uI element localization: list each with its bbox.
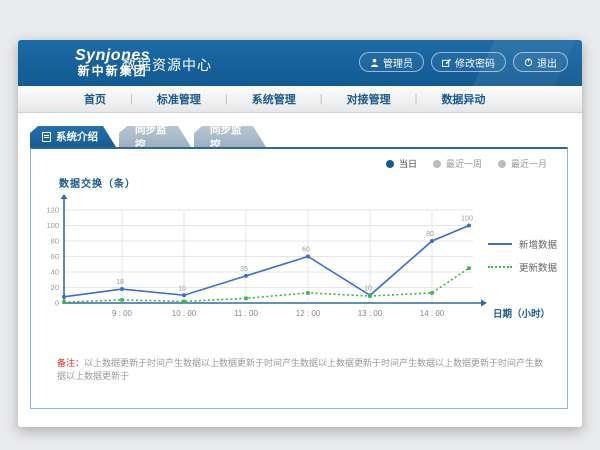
svg-text:80: 80	[426, 231, 434, 238]
tab-bar: 系统介绍 同步监控 同步监控	[30, 126, 266, 147]
svg-text:18: 18	[116, 279, 124, 286]
legend-line-solid	[488, 243, 512, 245]
edit-icon	[442, 58, 451, 67]
nav-item-interface-mgmt[interactable]: 对接管理	[323, 91, 415, 107]
footnote-text: 以上数据更新于时间产生数据以上数据更新于时间产生数据以上数据更新于时间产生数据以…	[57, 358, 543, 381]
tab-sync-monitor-1[interactable]: 同步监控	[119, 126, 191, 147]
svg-text:100: 100	[46, 221, 59, 230]
content-area: 系统介绍 同步监控 同步监控 当日 最近一周	[18, 113, 582, 426]
change-password-label: 修改密码	[455, 55, 495, 70]
radio-today-label: 当日	[399, 157, 417, 170]
logout-label: 退出	[537, 55, 557, 70]
svg-text:120: 120	[46, 206, 59, 215]
svg-text:11 : 00: 11 : 00	[234, 309, 258, 318]
radio-last-week-label: 最近一周	[446, 157, 482, 170]
legend-item-new-data: 新增数据	[488, 237, 557, 251]
radio-unselected-icon	[433, 160, 441, 168]
radio-unselected-icon	[498, 160, 506, 168]
svg-text:14 : 00: 14 : 00	[420, 309, 445, 318]
radio-selected-icon	[386, 160, 394, 168]
nav-item-system-mgmt[interactable]: 系统管理	[228, 91, 320, 107]
nav-item-standard-mgmt[interactable]: 标准管理	[133, 91, 225, 107]
svg-text:20: 20	[51, 283, 59, 292]
tab-system-intro-label: 系统介绍	[56, 129, 98, 144]
svg-text:10: 10	[364, 285, 372, 292]
user-icon	[370, 58, 379, 67]
change-password-button[interactable]: 修改密码	[431, 52, 506, 72]
nav-item-data-change[interactable]: 数据异动	[417, 91, 509, 107]
chart-canvas: 0 20 40 60 80 100 120 9 : 00 10 : 00 11 : 00 12 : …	[39, 191, 561, 323]
svg-text:0: 0	[55, 299, 59, 308]
period-selector: 当日 最近一周 最近一月	[386, 157, 547, 170]
page-title: 数据资源中心	[122, 55, 212, 75]
svg-text:12 : 00: 12 : 00	[296, 309, 321, 318]
power-icon	[524, 58, 533, 67]
app-window: Synjones 新中新集团 数据资源中心 管理员 修改密码 退出	[18, 40, 582, 427]
legend-line-dotted	[488, 266, 512, 268]
header-actions: 管理员 修改密码 退出	[359, 52, 568, 72]
svg-text:10 : 00: 10 : 00	[172, 309, 197, 318]
radio-today[interactable]: 当日	[386, 157, 417, 170]
radio-last-month-label: 最近一月	[511, 157, 547, 170]
svg-text:9 : 00: 9 : 00	[112, 309, 133, 318]
svg-text:40: 40	[51, 268, 59, 277]
line-chart: 0 20 40 60 80 100 120 9 : 00 10 : 00 11 : 00 12 : …	[39, 191, 561, 323]
chart-panel: 当日 最近一周 最近一月 数据交换（条） 0 20 40 60 80 100 120 9 : …	[30, 147, 568, 409]
document-icon	[42, 132, 51, 142]
radio-last-month[interactable]: 最近一月	[498, 157, 547, 170]
app-header: Synjones 新中新集团 数据资源中心 管理员 修改密码 退出	[18, 40, 582, 86]
footnote-prefix: 备注：	[57, 358, 84, 368]
tab-sync-monitor-2[interactable]: 同步监控	[194, 126, 266, 147]
radio-last-week[interactable]: 最近一周	[433, 157, 482, 170]
logout-button[interactable]: 退出	[513, 52, 568, 72]
y-axis-title: 数据交换（条）	[59, 175, 136, 190]
admin-user-label: 管理员	[383, 55, 413, 70]
svg-text:10: 10	[178, 285, 186, 292]
legend-item-updated-data: 更新数据	[488, 260, 557, 274]
svg-text:60: 60	[51, 252, 59, 261]
legend-updated-data-label: 更新数据	[519, 260, 557, 274]
svg-text:13 : 00: 13 : 00	[358, 309, 383, 318]
svg-text:80: 80	[51, 237, 59, 246]
svg-text:100: 100	[461, 216, 473, 223]
svg-text:日期（小时）: 日期（小时）	[493, 308, 550, 320]
chart-legend: 新增数据 更新数据	[488, 237, 557, 274]
svg-text:60: 60	[302, 247, 310, 254]
nav-item-home[interactable]: 首页	[60, 91, 130, 107]
tab-system-intro[interactable]: 系统介绍	[30, 126, 116, 147]
main-nav: 首页 | 标准管理 | 系统管理 | 对接管理 | 数据异动	[18, 86, 582, 113]
svg-text:35: 35	[240, 266, 248, 273]
legend-new-data-label: 新增数据	[519, 237, 557, 251]
footnote: 备注：以上数据更新于时间产生数据以上数据更新于时间产生数据以上数据更新于时间产生…	[57, 357, 547, 382]
admin-user-button[interactable]: 管理员	[359, 52, 424, 72]
